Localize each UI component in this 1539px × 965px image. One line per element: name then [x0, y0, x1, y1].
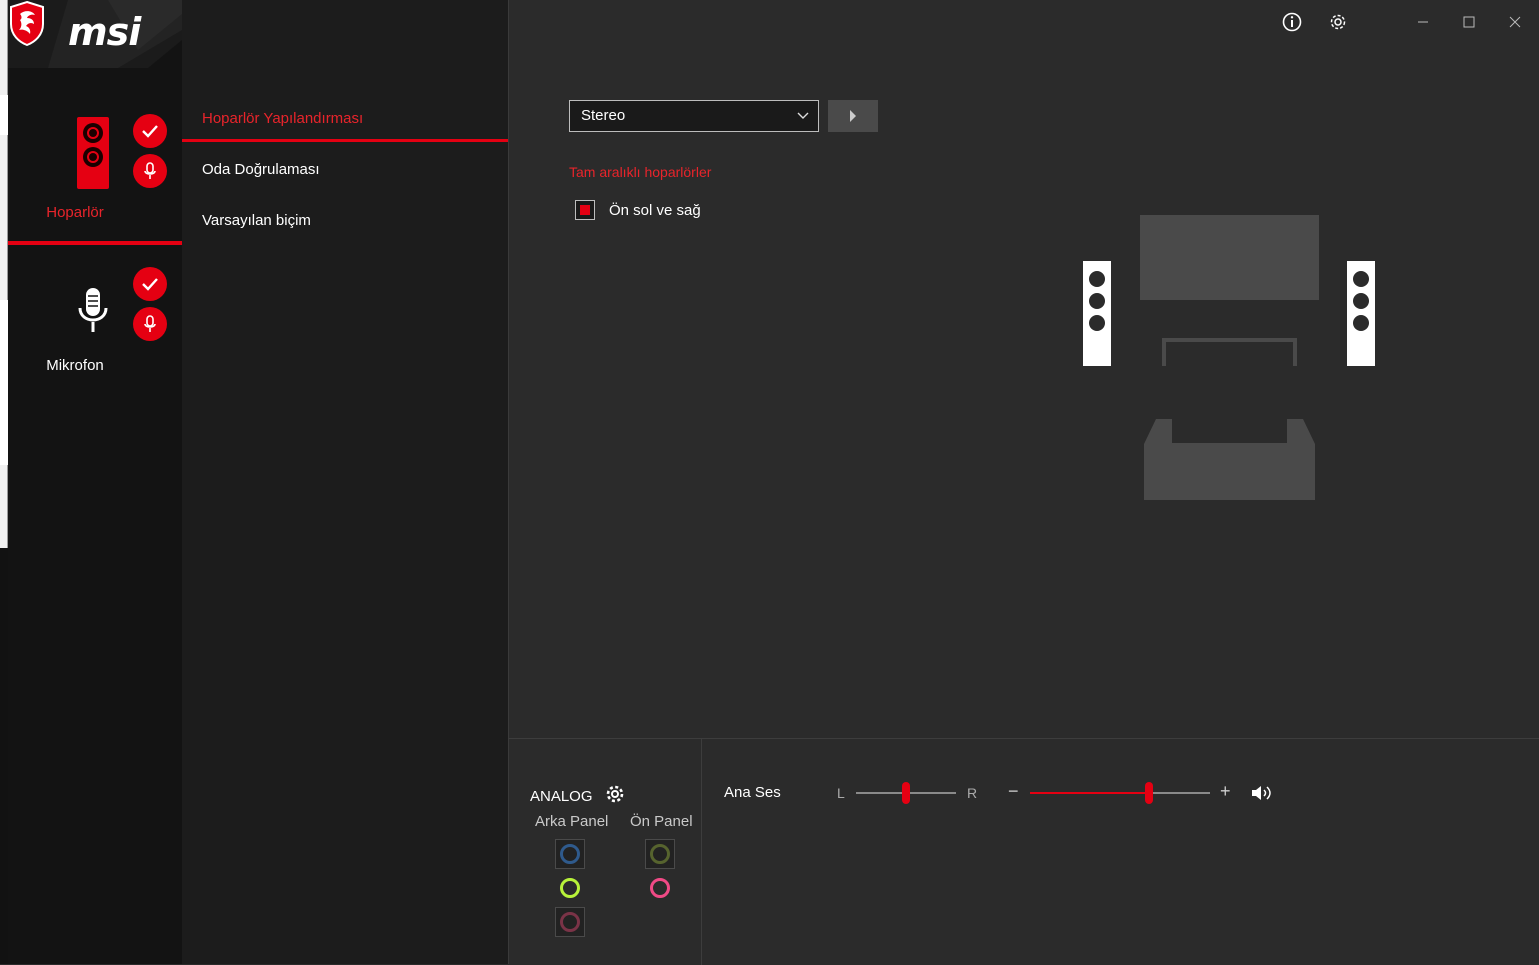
- full-range-speakers-title: Tam aralıklı hoparlörler: [569, 164, 712, 180]
- speaker-icon: [77, 117, 109, 189]
- device-microphone[interactable]: Mikrofon: [8, 260, 182, 390]
- close-icon[interactable]: [1503, 10, 1527, 34]
- analog-jack-panel: ANALOG Arka Panel Ön Panel: [509, 739, 702, 965]
- device-sidebar: msi Hoparlör Mikrofon: [8, 0, 182, 964]
- submenu-header: [182, 0, 508, 68]
- speaker-mode-value: Stereo: [581, 107, 626, 124]
- front-left-speaker-icon: [1083, 261, 1111, 366]
- master-volume-label: Ana Ses: [724, 784, 781, 801]
- device-speaker[interactable]: Hoparlör: [8, 100, 182, 245]
- analog-header: ANALOG: [530, 784, 625, 808]
- maximize-icon[interactable]: [1457, 10, 1481, 34]
- default-device-mic-icon[interactable]: [133, 154, 167, 188]
- monitor-shape: [1140, 215, 1319, 300]
- front-left-right-label: Ön sol ve sağ: [609, 201, 701, 219]
- mic-in-jack[interactable]: [555, 907, 585, 937]
- master-volume-thumb[interactable]: [1145, 782, 1153, 804]
- brand-logo-text: msi: [68, 10, 141, 54]
- submenu-item-room-correction[interactable]: Oda Doğrulaması: [182, 147, 508, 193]
- minimize-icon[interactable]: [1411, 10, 1435, 34]
- test-play-button[interactable]: [828, 100, 878, 132]
- main-panel: Stereo Tam aralıklı hoparlörler Ön sol v…: [508, 0, 1539, 738]
- headphone-jack[interactable]: [645, 839, 675, 869]
- line-in-jack[interactable]: [555, 839, 585, 869]
- device-microphone-label: Mikrofon: [46, 357, 104, 374]
- msi-dragon-shield-icon: [10, 0, 44, 46]
- rear-panel-label: Arka Panel: [535, 813, 609, 830]
- submenu-item-speaker-configuration[interactable]: Hoparlör Yapılandırması: [182, 96, 508, 142]
- logo-band: msi: [8, 0, 182, 68]
- info-icon[interactable]: [1280, 10, 1304, 34]
- volume-decrease-button[interactable]: −: [1008, 781, 1019, 802]
- msi-audio-window: msi Hoparlör Mikrofon Hoparlör Yapılandı…: [0, 0, 1539, 965]
- desk-shape: [1162, 338, 1297, 366]
- front-mic-jack[interactable]: [645, 873, 675, 903]
- microphone-icon: [78, 288, 108, 332]
- balance-slider-thumb[interactable]: [902, 782, 910, 804]
- default-device-mic-icon[interactable]: [133, 307, 167, 341]
- volume-panel: Ana Ses L R − +: [703, 739, 1539, 965]
- submenu-item-default-format[interactable]: Varsayılan biçim: [182, 198, 508, 244]
- bottom-panel: ANALOG Arka Panel Ön Panel Ana Ses L R −: [508, 738, 1539, 965]
- balance-right-label: R: [967, 785, 978, 801]
- line-out-jack[interactable]: [555, 873, 585, 903]
- settings-gear-icon[interactable]: [1326, 10, 1350, 34]
- volume-increase-button[interactable]: +: [1220, 781, 1231, 802]
- room-speaker-diagram: [1083, 215, 1375, 500]
- front-left-right-option[interactable]: Ön sol ve sağ: [575, 199, 701, 221]
- front-right-speaker-icon: [1347, 261, 1375, 366]
- balance-left-label: L: [837, 785, 845, 801]
- submenu: Hoparlör Yapılandırması Oda Doğrulaması …: [182, 68, 508, 964]
- speaker-mode-select[interactable]: Stereo: [569, 100, 819, 132]
- listener-seat-shape: [1144, 419, 1315, 500]
- connected-check-icon: [133, 114, 167, 148]
- front-left-right-checkbox[interactable]: [575, 200, 595, 220]
- front-panel-label: Ön Panel: [630, 813, 693, 830]
- play-icon: [850, 110, 856, 122]
- device-speaker-label: Hoparlör: [46, 204, 104, 221]
- chevron-down-icon: [796, 101, 810, 142]
- analog-settings-gear-icon[interactable]: [605, 784, 625, 808]
- background-window: [0, 0, 8, 964]
- master-volume-fill: [1030, 792, 1148, 794]
- analog-title: ANALOG: [530, 787, 593, 805]
- speaker-volume-icon[interactable]: [1251, 784, 1273, 807]
- connected-check-icon: [133, 267, 167, 301]
